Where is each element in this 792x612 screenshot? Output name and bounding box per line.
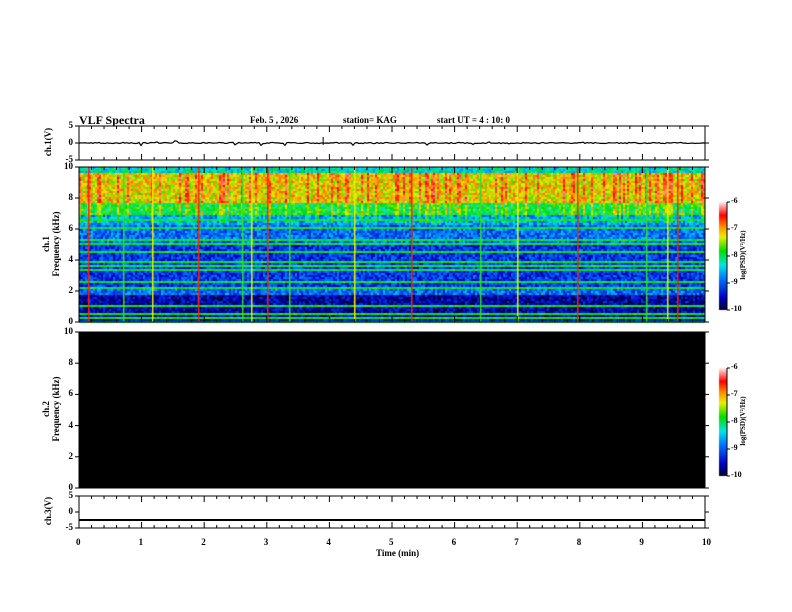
y-tick-label: 10 [64, 161, 73, 171]
y-tick-label: 8 [68, 357, 74, 368]
vlf-spectra-figure: VLF Spectra Feb. 5 , 2026 station= KAG s… [0, 0, 792, 612]
y-tick-label: 5 [68, 120, 74, 130]
x-tick-label: 6 [451, 537, 457, 547]
x-tick-label: 10 [702, 537, 711, 547]
axes-layer [75, 125, 730, 529]
panel-frame-ch2 [78, 331, 706, 489]
colorbar-tick-label: -10 [731, 470, 742, 479]
y-tick-label: 6 [68, 223, 74, 233]
x-tick-label: 0 [76, 537, 81, 547]
y-tick-label: 0 [68, 316, 74, 326]
colorbar-tick-label: -7 [731, 223, 738, 232]
x-tick-label: 7 [514, 537, 519, 547]
y-axis-label: Frequency (kHz) [51, 376, 61, 442]
y-tick-label: 5 [68, 490, 74, 500]
colorbar-tick-label: -9 [731, 443, 738, 452]
colorbar-tick-label: -8 [731, 416, 738, 425]
colorbar-tick-label: -6 [731, 196, 738, 205]
y-tick-label: 8 [68, 192, 74, 202]
y-tick-label: 10 [64, 326, 73, 336]
y-tick-label: 2 [68, 285, 74, 295]
y-tick-label: 4 [68, 419, 74, 430]
x-tick-label: 5 [389, 537, 394, 547]
panel-frame-ch1 [78, 166, 706, 323]
y-tick-label: 2 [68, 450, 74, 461]
figure-title: VLF Spectra [79, 113, 145, 127]
y-tick-label: 6 [68, 388, 74, 399]
colorbar-tick-label: -7 [731, 389, 738, 398]
colorbar-tick-label: -6 [731, 362, 738, 371]
ch1-waveform [78, 140, 706, 147]
x-tick-label: 2 [201, 537, 206, 547]
y-tick-label: 0 [68, 506, 74, 516]
colorbar-label: log(PSD)(V²/Hz) [739, 396, 747, 446]
colorbar-tick-label: -8 [731, 250, 738, 259]
y-axis-label: ch.1(V) [43, 127, 53, 157]
date-label: Feb. 5 , 2026 [250, 115, 299, 125]
y-axis-label: ch.1 [41, 235, 51, 252]
station-label: station= KAG [343, 115, 397, 125]
colorbar-tick-label: -9 [731, 277, 738, 286]
colorbar-label: log(PSD)(V²/Hz) [739, 230, 747, 280]
colorbar-tick-label: -10 [731, 304, 742, 313]
x-axis-label: Time (min) [376, 548, 420, 558]
x-tick-label: 8 [576, 537, 582, 547]
y-axis-label: ch.3(V) [43, 496, 53, 526]
y-tick-label: -5 [65, 522, 74, 532]
start-time-label: start UT = 4 : 10: 0 [437, 115, 510, 125]
y-tick-label: 0 [68, 137, 74, 147]
x-tick-label: 9 [639, 537, 644, 547]
x-tick-label: 1 [138, 537, 144, 547]
y-axis-label: Frequency (kHz) [51, 210, 61, 277]
y-axis-label: ch.2 [41, 401, 51, 417]
x-tick-label: 4 [326, 537, 331, 547]
y-tick-label: 4 [68, 254, 74, 264]
x-tick-label: 3 [263, 537, 269, 547]
